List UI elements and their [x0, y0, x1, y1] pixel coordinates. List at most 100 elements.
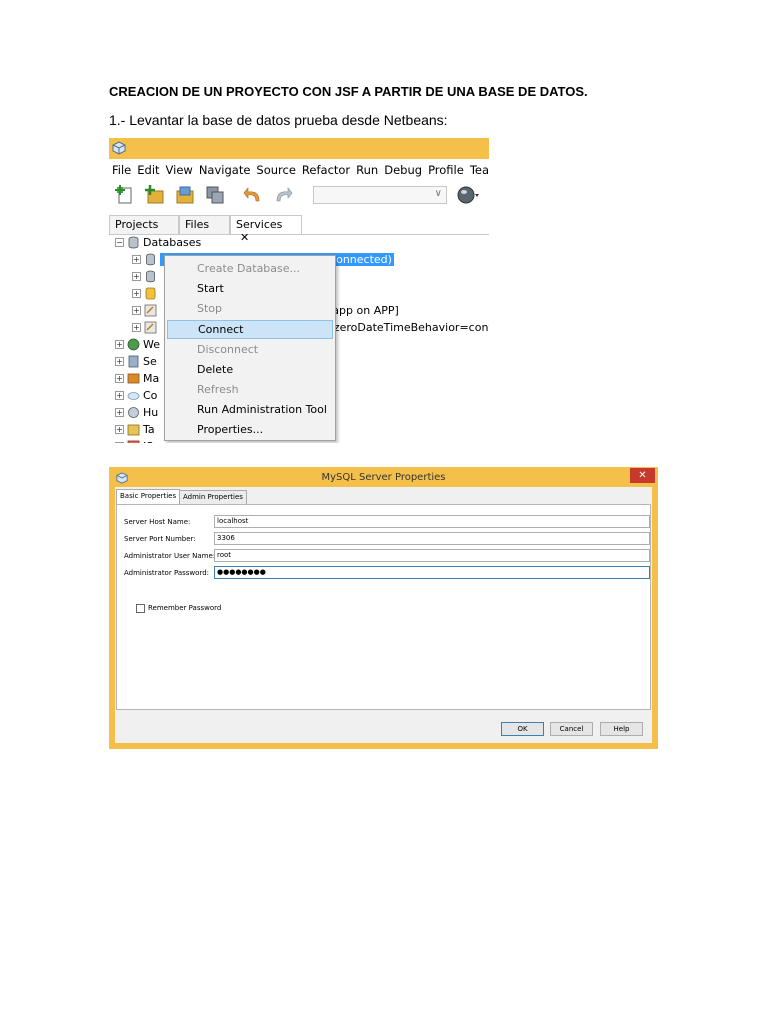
menu-navigate[interactable]: Navigate — [196, 159, 254, 181]
tree-node-task-repositories[interactable]: + Ta — [115, 421, 155, 438]
cloud-icon — [127, 392, 140, 400]
menu-item-delete[interactable]: Delete — [167, 360, 333, 379]
close-icon: ✕ — [638, 470, 647, 481]
expand-icon[interactable]: + — [115, 442, 124, 443]
menu-refactor[interactable]: Refactor — [299, 159, 353, 181]
dialog-title: MySQL Server Properties — [321, 472, 446, 483]
open-project-icon[interactable] — [175, 185, 195, 205]
document-title: CREACION DE UN PROYECTO CON JSF A PARTIR… — [109, 84, 588, 99]
toolbar: ∨ — [109, 181, 489, 211]
netbeans-screenshot: File Edit View Navigate Source Refactor … — [109, 138, 489, 443]
save-all-icon[interactable] — [205, 185, 225, 205]
expand-icon[interactable]: + — [115, 391, 124, 400]
menu-profile[interactable]: Profile — [425, 159, 467, 181]
tree-node-databases[interactable]: − Databases — [115, 234, 201, 251]
connection-icon — [144, 304, 157, 317]
tree-node-maven[interactable]: + Ma — [115, 370, 159, 387]
chevron-down-icon: ∨ — [434, 188, 442, 199]
user-label: Administrator User Name: — [124, 552, 216, 560]
port-input[interactable]: 3306 — [214, 532, 650, 545]
new-file-icon[interactable] — [115, 185, 135, 205]
maven-icon — [127, 373, 140, 384]
menu-item-properties[interactable]: Properties... — [167, 420, 333, 439]
tree-label-partial: Ma — [143, 372, 160, 385]
redo-icon[interactable] — [273, 185, 293, 205]
expand-icon[interactable]: + — [132, 255, 141, 264]
menu-edit[interactable]: Edit — [134, 159, 162, 181]
java-db-icon — [145, 287, 156, 300]
menu-item-stop[interactable]: Stop — [167, 299, 333, 318]
window-tabs: Projects Files Services ✕ — [109, 215, 489, 244]
user-input[interactable]: root — [214, 549, 650, 562]
expand-icon[interactable]: + — [115, 408, 124, 417]
dialog-close-button[interactable]: ✕ — [630, 468, 655, 483]
tree-node-js-test-driver[interactable]: + JS — [115, 438, 153, 443]
tab-admin-properties[interactable]: Admin Properties — [179, 490, 247, 504]
port-label: Server Port Number: — [124, 535, 196, 543]
tree-label-partial: Se — [143, 355, 157, 368]
tree-node-driver[interactable]: + — [132, 268, 160, 285]
menu-item-connect[interactable]: Connect — [167, 320, 333, 339]
collapse-icon[interactable]: − — [115, 238, 124, 247]
step-1-text: 1.- Levantar la base de datos prueba des… — [109, 112, 448, 128]
context-menu: Create Database... Start Stop Connect Di… — [164, 255, 336, 441]
tab-files-label: Files — [185, 218, 210, 231]
menu-run[interactable]: Run — [353, 159, 381, 181]
expand-icon[interactable]: + — [115, 425, 124, 434]
globe-icon — [127, 338, 140, 351]
tree-node-servers[interactable]: + Se — [115, 353, 157, 370]
expand-icon[interactable]: + — [115, 357, 124, 366]
expand-icon[interactable]: + — [132, 289, 141, 298]
expand-icon[interactable]: + — [115, 374, 124, 383]
tab-services-label: Services — [236, 218, 283, 231]
tree-label-partial: Ta — [143, 423, 155, 436]
configuration-combo[interactable]: ∨ — [313, 186, 447, 204]
mysql-properties-dialog: MySQL Server Properties ✕ Basic Properti… — [109, 467, 658, 749]
menu-file[interactable]: File — [109, 159, 134, 181]
tab-services[interactable]: Services ✕ — [230, 215, 302, 244]
tree-node-web-services[interactable]: + We — [115, 336, 160, 353]
menu-view[interactable]: View — [163, 159, 196, 181]
tab-projects[interactable]: Projects — [109, 215, 179, 234]
expand-icon[interactable]: + — [132, 306, 141, 315]
menu-item-disconnect[interactable]: Disconnect — [167, 340, 333, 359]
task-icon — [127, 424, 140, 436]
help-button[interactable]: Help — [600, 722, 643, 736]
expand-icon[interactable]: + — [132, 323, 141, 332]
js-driver-icon — [127, 440, 140, 443]
remember-password-checkbox[interactable] — [136, 604, 145, 613]
new-project-icon[interactable] — [145, 185, 165, 205]
password-label: Administrator Password: — [124, 569, 209, 577]
expand-icon[interactable]: + — [115, 340, 124, 349]
cancel-button[interactable]: Cancel — [550, 722, 593, 736]
menu-bar: File Edit View Navigate Source Refactor … — [109, 159, 489, 181]
menu-team[interactable]: Team — [467, 159, 489, 181]
menu-item-run-admin-tool[interactable]: Run Administration Tool — [167, 400, 333, 419]
server-icon — [128, 355, 139, 368]
password-input[interactable]: ●●●●●●●● — [214, 566, 650, 579]
remember-password-label: Remember Password — [148, 604, 222, 612]
expand-icon[interactable]: + — [132, 272, 141, 281]
tree-label-partial: Hu — [143, 406, 159, 419]
undo-icon[interactable] — [243, 185, 263, 205]
tree-node-cloud[interactable]: + Co — [115, 387, 157, 404]
tree-node-hudson[interactable]: + Hu — [115, 404, 158, 421]
menu-debug[interactable]: Debug — [381, 159, 425, 181]
dialog-body: Basic Properties Admin Properties Server… — [115, 487, 652, 743]
tab-files[interactable]: Files — [179, 215, 230, 234]
menu-item-refresh[interactable]: Refresh — [167, 380, 333, 399]
database-icon — [146, 270, 155, 283]
database-icon — [128, 236, 139, 249]
ok-button[interactable]: OK — [501, 722, 544, 736]
tree-node-javadb[interactable]: + — [132, 285, 160, 302]
menu-source[interactable]: Source — [253, 159, 299, 181]
tab-basic-properties[interactable]: Basic Properties — [116, 489, 181, 504]
tree-label-partial: Co — [143, 389, 158, 402]
tree-label-partial: JS — [143, 440, 153, 443]
host-input[interactable]: localhost — [214, 515, 650, 528]
menu-item-start[interactable]: Start — [167, 279, 333, 298]
globe-icon[interactable] — [457, 185, 479, 205]
tab-projects-label: Projects — [115, 218, 159, 231]
netbeans-cube-icon — [112, 141, 126, 155]
menu-item-create-database[interactable]: Create Database... — [167, 259, 333, 278]
